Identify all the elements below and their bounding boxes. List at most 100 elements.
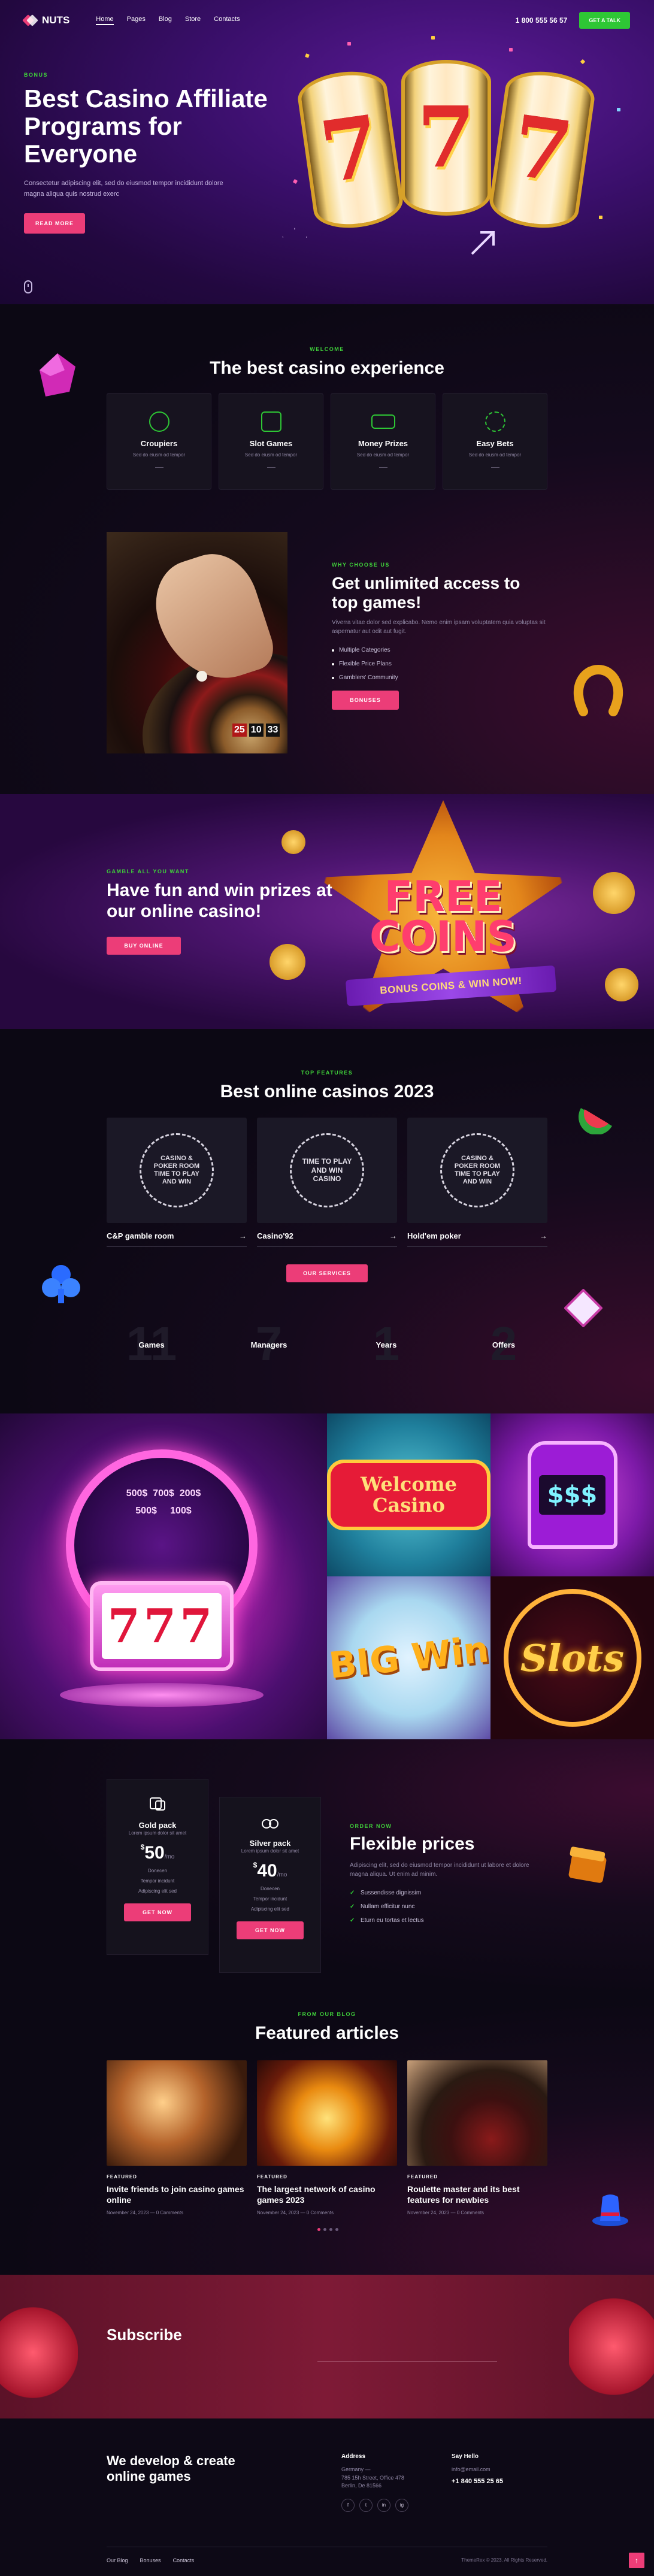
casino-badge: TIME TO PLAY AND WIN CASINO xyxy=(290,1133,364,1207)
article-tag[interactable]: FEATURED xyxy=(107,2174,247,2180)
casino-logo-image: CASINO & POKER ROOM TIME TO PLAY AND WIN xyxy=(407,1118,547,1223)
carousel-dot[interactable] xyxy=(317,2228,320,2231)
slot-machine-tile: $$$ xyxy=(490,1413,654,1576)
plan-period: /mo xyxy=(277,1872,287,1878)
get-now-button[interactable]: GET NOW xyxy=(124,1903,191,1921)
menu-item-contacts[interactable]: Contacts xyxy=(214,16,240,25)
carousel-dot[interactable] xyxy=(329,2228,332,2231)
logo-icon xyxy=(22,14,38,26)
article-title[interactable]: Roulette master and its best features fo… xyxy=(407,2184,547,2205)
stat-label: Games xyxy=(138,1340,165,1349)
contact-phone[interactable]: +1 840 555 25 65 xyxy=(452,2478,547,2485)
address-title: Address xyxy=(341,2453,366,2460)
casino-card[interactable]: TIME TO PLAY AND WIN CASINO Casino'92 → xyxy=(257,1118,397,1247)
wheel-value: 200$ xyxy=(179,1488,201,1499)
casino-logo-image: CASINO & POKER ROOM TIME TO PLAY AND WIN xyxy=(107,1118,247,1223)
glasses-icon xyxy=(262,1819,278,1829)
feature-card[interactable]: Slot Games Sed do eiusm od tempor xyxy=(219,393,323,490)
plan-feature: Adipiscing elit sed xyxy=(250,1906,290,1912)
casino-name: Hold'em poker xyxy=(407,1231,461,1240)
article-card[interactable]: FEATURED Invite friends to join casino g… xyxy=(107,2060,247,2215)
card-divider xyxy=(155,467,164,468)
contact-email[interactable]: info@email.com xyxy=(452,2466,547,2474)
casino-card[interactable]: CASINO & POKER ROOM TIME TO PLAY AND WIN… xyxy=(107,1118,247,1247)
welcome-casino-tile: Welcome Casino xyxy=(327,1413,490,1576)
buy-online-button[interactable]: BUY ONLINE xyxy=(107,937,181,955)
wheel-value: 500$ xyxy=(126,1488,148,1499)
feature-card-title: Croupiers xyxy=(140,439,178,448)
feature-card[interactable]: Easy Bets Sed do eiusm od tempor xyxy=(443,393,547,490)
plan-feature: Adipiscing elit sed xyxy=(138,1888,177,1894)
feature-card[interactable]: Croupiers Sed do eiusm od tempor xyxy=(107,393,211,490)
pricing-card-silver: Silver pack Lorem ipsum dolor sit amet $… xyxy=(219,1797,321,1973)
footer-link[interactable]: Bonuses xyxy=(140,2557,161,2563)
article-tag[interactable]: FEATURED xyxy=(407,2174,547,2180)
feature-card[interactable]: Money Prizes Sed do eiusm od tempor xyxy=(331,393,435,490)
bonuses-button[interactable]: BONUSES xyxy=(332,691,399,710)
footer-link[interactable]: Contacts xyxy=(173,2557,195,2563)
scroll-mouse-icon[interactable] xyxy=(24,280,32,293)
footer-links: Our Blog Bonuses Contacts xyxy=(107,2557,194,2563)
carousel-dot[interactable] xyxy=(335,2228,338,2231)
main-menu: Home Pages Blog Store Contacts xyxy=(96,16,240,25)
arrow-right-icon[interactable]: → xyxy=(389,1231,397,1240)
casino-logo-image: TIME TO PLAY AND WIN CASINO xyxy=(257,1118,397,1223)
instagram-icon[interactable]: ig xyxy=(395,2498,408,2512)
article-card[interactable]: FEATURED The largest network of casino g… xyxy=(257,2060,397,2215)
footer-link[interactable]: Our Blog xyxy=(107,2557,128,2563)
article-meta: November 24, 2023 — 0 Comments xyxy=(107,2210,184,2215)
arrow-right-icon[interactable]: → xyxy=(239,1231,247,1240)
pricing-title: Flexible prices xyxy=(350,1834,475,1854)
brand-name: NUTS xyxy=(42,14,70,26)
header-phone[interactable]: 1 800 555 56 57 xyxy=(516,16,568,25)
article-title[interactable]: Invite friends to join casino games onli… xyxy=(107,2184,247,2205)
menu-item-store[interactable]: Store xyxy=(185,16,201,25)
slot-machine-decor xyxy=(0,2293,78,2412)
facebook-icon[interactable]: f xyxy=(341,2498,355,2512)
read-more-button[interactable]: READ MORE xyxy=(24,213,85,234)
stat-label: Managers xyxy=(250,1340,287,1349)
menu-item-pages[interactable]: Pages xyxy=(127,16,146,25)
club-icon xyxy=(42,1265,80,1303)
our-services-button[interactable]: OUR SERVICES xyxy=(286,1264,368,1282)
stat-item: 7 Managers xyxy=(224,1320,314,1368)
tile-text: $$$ xyxy=(538,1475,606,1515)
get-a-talk-button[interactable]: GET A TALK xyxy=(579,12,630,29)
subscribe-email-input[interactable] xyxy=(317,2338,497,2362)
article-tag[interactable]: FEATURED xyxy=(257,2174,397,2180)
menu-item-blog[interactable]: Blog xyxy=(159,16,172,25)
logo[interactable]: NUTS xyxy=(22,14,70,26)
back-to-top-button[interactable]: ↑ xyxy=(629,2553,644,2568)
social-links: f t in ig xyxy=(341,2498,437,2512)
plan-price: $40/mo xyxy=(220,1861,320,1881)
article-image[interactable] xyxy=(107,2060,247,2166)
wheel-value: 100$ xyxy=(170,1505,192,1516)
article-image[interactable] xyxy=(407,2060,547,2166)
linkedin-icon[interactable]: in xyxy=(377,2498,390,2512)
carousel-dot[interactable] xyxy=(323,2228,326,2231)
gallery-section: 500$ 700$ 200$ 500$ 100$ 777 Welcome Cas… xyxy=(0,1413,654,1739)
article-image[interactable] xyxy=(257,2060,397,2166)
pricing-list: Sussendisse dignissim Nullam efficitur n… xyxy=(350,1890,529,1924)
menu-item-home[interactable]: Home xyxy=(96,16,114,25)
roulette-photo: 25 10 33 xyxy=(107,532,287,753)
arrow-icon xyxy=(471,231,495,255)
article-card[interactable]: FEATURED Roulette master and its best fe… xyxy=(407,2060,547,2215)
articles-title: Featured articles xyxy=(255,2023,399,2043)
list-item: Sussendisse dignissim xyxy=(350,1890,529,1896)
feature-card-title: Slot Games xyxy=(249,439,293,448)
twitter-icon[interactable]: t xyxy=(359,2498,373,2512)
stat-label: Years xyxy=(376,1340,397,1349)
horseshoe-icon xyxy=(573,664,623,716)
chip-icon xyxy=(485,411,505,432)
arrow-right-icon[interactable]: → xyxy=(540,1231,547,1240)
casino-badge: CASINO & POKER ROOM TIME TO PLAY AND WIN xyxy=(440,1133,514,1207)
casino-card[interactable]: CASINO & POKER ROOM TIME TO PLAY AND WIN… xyxy=(407,1118,547,1247)
experience-kicker: WELCOME xyxy=(310,346,344,352)
plan-name: Silver pack xyxy=(249,1839,291,1848)
article-title[interactable]: The largest network of casino games 2023 xyxy=(257,2184,397,2205)
get-now-button[interactable]: GET NOW xyxy=(237,1921,304,1939)
footer-address: Address Germany — 785 15h Street, Office… xyxy=(341,2453,437,2512)
wheel-value: 500$ xyxy=(135,1505,157,1516)
card-divider xyxy=(490,467,499,468)
